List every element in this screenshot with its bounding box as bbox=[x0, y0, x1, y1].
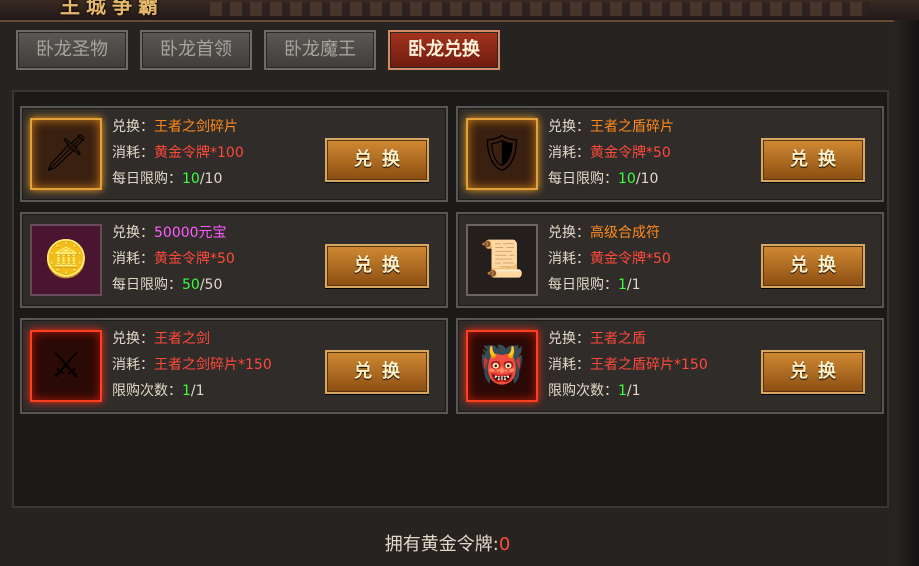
exchange-button[interactable]: 兑换 bbox=[325, 350, 429, 394]
exchange-item: 高级合成符 bbox=[590, 225, 660, 241]
exchange-button[interactable]: 兑换 bbox=[761, 138, 865, 182]
limit-total: /1 bbox=[626, 383, 641, 399]
limit-label: 限购次数： bbox=[548, 383, 618, 399]
token-balance-count: 0 bbox=[498, 534, 511, 555]
exchange-panel: 🗡 兑换：王者之剑碎片 消耗：黄金令牌*100 每日限购：10/10 兑换 🛡 … bbox=[12, 90, 889, 508]
exchange-item: 50000元宝 bbox=[154, 225, 227, 241]
exchange-card: 🗡 兑换：王者之剑碎片 消耗：黄金令牌*100 每日限购：10/10 兑换 bbox=[20, 106, 448, 202]
limit-total: /10 bbox=[199, 171, 223, 187]
cost-value: 黄金令牌*50 bbox=[590, 251, 671, 267]
token-balance: 拥有黄金令牌:0 bbox=[0, 530, 895, 560]
limit-total: /1 bbox=[626, 277, 641, 293]
kings-shield-icon: 👹 bbox=[466, 330, 538, 402]
exchange-label: 兑换： bbox=[548, 331, 590, 347]
limit-used: 50 bbox=[182, 277, 200, 293]
gold-ingot-icon: 🪙 bbox=[30, 224, 102, 296]
sword-shard-icon: 🗡 bbox=[30, 118, 102, 190]
limit-used: 10 bbox=[182, 171, 200, 187]
right-edge-frame bbox=[893, 20, 919, 566]
top-ornament bbox=[210, 2, 870, 16]
limit-label: 每日限购： bbox=[548, 171, 618, 187]
limit-used: 10 bbox=[618, 171, 636, 187]
cost-value: 黄金令牌*50 bbox=[590, 145, 671, 161]
exchange-card: 📜 兑换：高级合成符 消耗：黄金令牌*50 每日限购：1/1 兑换 bbox=[456, 212, 884, 308]
limit-label: 每日限购： bbox=[112, 171, 182, 187]
exchange-item: 王者之盾 bbox=[590, 331, 646, 347]
cost-value: 黄金令牌*50 bbox=[154, 251, 235, 267]
limit-total: /50 bbox=[199, 277, 223, 293]
cost-value: 王者之盾碎片*150 bbox=[590, 357, 708, 373]
limit-label: 限购次数： bbox=[112, 383, 182, 399]
limit-used: 1 bbox=[618, 277, 627, 293]
limit-used: 1 bbox=[182, 383, 191, 399]
exchange-label: 兑换： bbox=[112, 225, 154, 241]
cost-label: 消耗： bbox=[112, 357, 154, 373]
exchange-label: 兑换： bbox=[548, 119, 590, 135]
cost-value: 王者之剑碎片*150 bbox=[154, 357, 272, 373]
exchange-button[interactable]: 兑换 bbox=[761, 244, 865, 288]
cost-label: 消耗： bbox=[548, 145, 590, 161]
limit-label: 每日限购： bbox=[548, 277, 618, 293]
scroll-icon: 📜 bbox=[466, 224, 538, 296]
tab-relics[interactable]: 卧龙圣物 bbox=[16, 30, 128, 70]
exchange-label: 兑换： bbox=[112, 331, 154, 347]
exchange-button[interactable]: 兑换 bbox=[761, 350, 865, 394]
exchange-card: 🛡 兑换：王者之盾碎片 消耗：黄金令牌*50 每日限购：10/10 兑换 bbox=[456, 106, 884, 202]
tab-leaders[interactable]: 卧龙首领 bbox=[140, 30, 252, 70]
window-title: 王城争霸 bbox=[60, 0, 164, 18]
limit-label: 每日限购： bbox=[112, 277, 182, 293]
shield-shard-icon: 🛡 bbox=[466, 118, 538, 190]
tab-exchange[interactable]: 卧龙兑换 bbox=[388, 30, 500, 70]
limit-used: 1 bbox=[618, 383, 627, 399]
limit-total: /1 bbox=[190, 383, 205, 399]
limit-total: /10 bbox=[635, 171, 659, 187]
cost-label: 消耗： bbox=[548, 251, 590, 267]
top-bar: 王城争霸 bbox=[0, 0, 919, 22]
cost-label: 消耗： bbox=[112, 251, 154, 267]
exchange-label: 兑换： bbox=[112, 119, 154, 135]
exchange-card: 👹 兑换：王者之盾 消耗：王者之盾碎片*150 限购次数：1/1 兑换 bbox=[456, 318, 884, 414]
cost-label: 消耗： bbox=[548, 357, 590, 373]
cost-value: 黄金令牌*100 bbox=[154, 145, 244, 161]
exchange-card: ⚔ 兑换：王者之剑 消耗：王者之剑碎片*150 限购次数：1/1 兑换 bbox=[20, 318, 448, 414]
exchange-item: 王者之剑 bbox=[154, 331, 210, 347]
exchange-card: 🪙 兑换：50000元宝 消耗：黄金令牌*50 每日限购：50/50 兑换 bbox=[20, 212, 448, 308]
tab-demon-king[interactable]: 卧龙魔王 bbox=[264, 30, 376, 70]
exchange-button[interactable]: 兑换 bbox=[325, 138, 429, 182]
exchange-item: 王者之盾碎片 bbox=[590, 119, 674, 135]
token-balance-label: 拥有黄金令牌: bbox=[384, 534, 499, 555]
exchange-button[interactable]: 兑换 bbox=[325, 244, 429, 288]
exchange-item: 王者之剑碎片 bbox=[154, 119, 238, 135]
exchange-label: 兑换： bbox=[548, 225, 590, 241]
kings-sword-icon: ⚔ bbox=[30, 330, 102, 402]
cost-label: 消耗： bbox=[112, 145, 154, 161]
